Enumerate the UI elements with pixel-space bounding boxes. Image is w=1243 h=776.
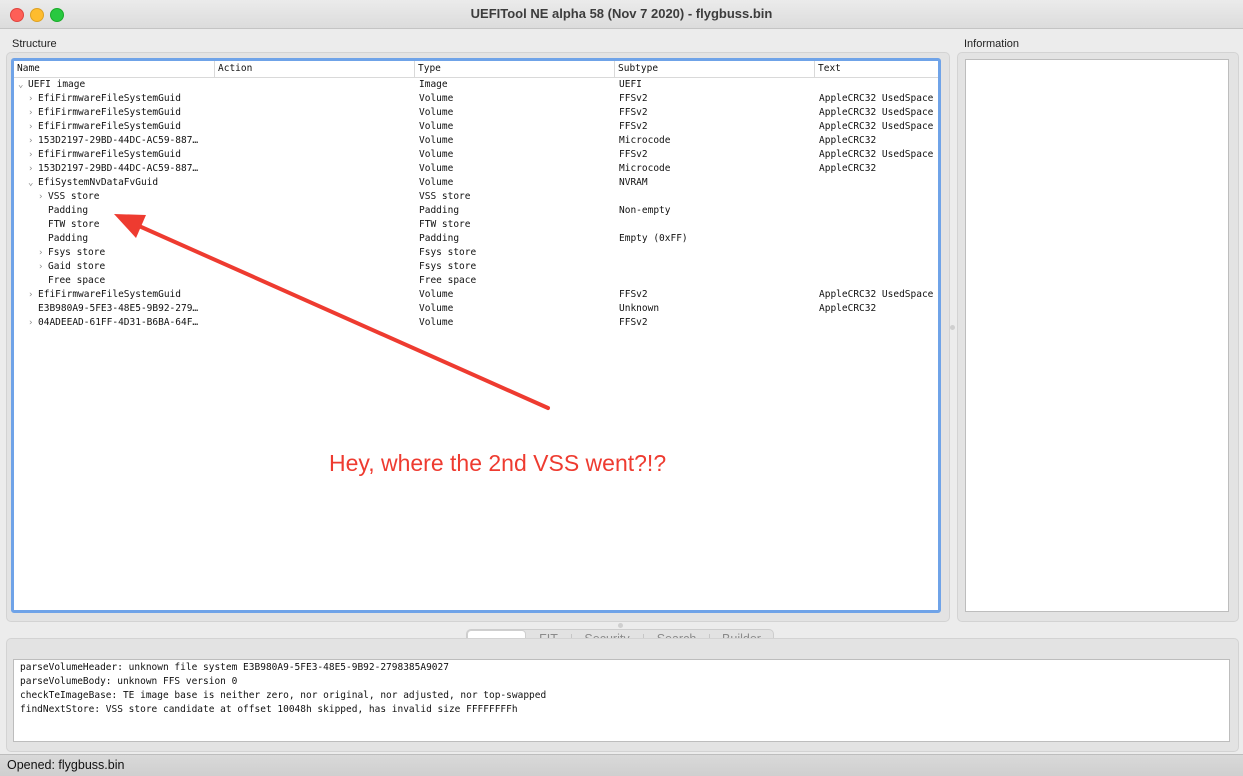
annotation-text: Hey, where the 2nd VSS went?!?	[329, 450, 667, 476]
annotation-arrow	[114, 214, 550, 410]
